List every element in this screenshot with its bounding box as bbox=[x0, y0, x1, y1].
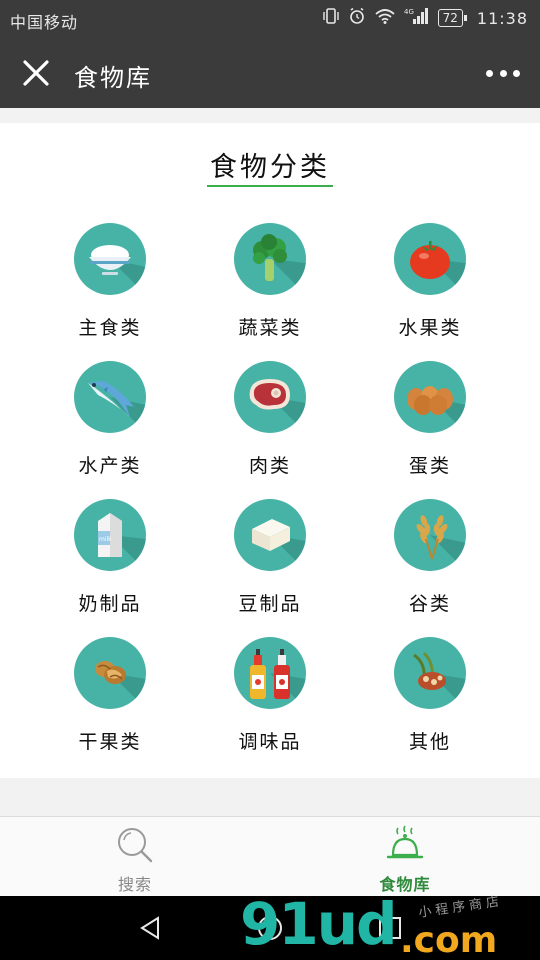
category-dairy[interactable]: milk 奶制品 bbox=[30, 499, 190, 619]
category-seasoning[interactable]: 调味品 bbox=[190, 637, 350, 757]
eggs-icon bbox=[394, 361, 466, 433]
milk-carton-icon: milk bbox=[74, 499, 146, 571]
tab-food-library[interactable]: 食物库 bbox=[270, 817, 540, 897]
more-dot bbox=[499, 69, 507, 77]
network-label: 4G bbox=[404, 8, 414, 16]
watermark-domain: .com bbox=[400, 920, 498, 960]
status-icons: 4G 72 11:38 bbox=[322, 7, 528, 29]
category-fruit[interactable]: 水果类 bbox=[350, 223, 510, 343]
category-label: 豆制品 bbox=[238, 593, 302, 615]
tab-search[interactable]: 搜索 bbox=[0, 817, 270, 897]
carrier-name: 中国移动 bbox=[10, 13, 79, 32]
category-label: 肉类 bbox=[248, 455, 291, 477]
close-icon[interactable] bbox=[20, 57, 52, 89]
section-title: 食物分类 bbox=[210, 152, 330, 183]
category-soy[interactable]: 豆制品 bbox=[190, 499, 350, 619]
category-label: 蛋类 bbox=[408, 455, 451, 477]
category-other[interactable]: 其他 bbox=[350, 637, 510, 757]
sauce-bottles-icon bbox=[234, 637, 306, 709]
category-grain[interactable]: 谷类 bbox=[350, 499, 510, 619]
status-clock: 11:38 bbox=[476, 8, 528, 28]
more-icon[interactable] bbox=[486, 62, 520, 84]
walnut-icon bbox=[74, 637, 146, 709]
more-dot bbox=[513, 69, 520, 77]
back-icon[interactable] bbox=[136, 914, 164, 942]
wifi-icon bbox=[374, 7, 396, 29]
section-title-underline bbox=[207, 185, 333, 187]
category-egg[interactable]: 蛋类 bbox=[350, 361, 510, 481]
tab-label: 搜索 bbox=[117, 875, 152, 894]
category-label: 其他 bbox=[408, 731, 451, 753]
tomato-icon bbox=[394, 223, 466, 295]
category-meat[interactable]: 肉类 bbox=[190, 361, 350, 481]
food-cloche-icon bbox=[385, 825, 425, 865]
steak-icon bbox=[234, 361, 306, 433]
alarm-icon bbox=[348, 7, 366, 29]
rice-bowl-icon bbox=[74, 223, 146, 295]
other-food-icon bbox=[394, 637, 466, 709]
category-seafood[interactable]: 水产类 bbox=[30, 361, 190, 481]
category-label: 水果类 bbox=[398, 317, 462, 339]
category-label: 谷类 bbox=[408, 593, 451, 615]
more-dot bbox=[486, 69, 493, 77]
watermark-logo: 91ud bbox=[240, 890, 398, 958]
battery-icon: 72 bbox=[437, 9, 468, 27]
signal-icon: 4G bbox=[404, 7, 430, 29]
category-staple[interactable]: 主食类 bbox=[30, 223, 190, 343]
title-bar: 食物库 bbox=[0, 38, 540, 108]
broccoli-icon bbox=[234, 223, 306, 295]
search-icon bbox=[115, 825, 155, 865]
category-nuts[interactable]: 干果类 bbox=[30, 637, 190, 757]
tofu-icon bbox=[234, 499, 306, 571]
svg-text:milk: milk bbox=[99, 536, 112, 543]
category-label: 水产类 bbox=[78, 455, 142, 477]
wheat-icon bbox=[394, 499, 466, 571]
category-label: 奶制品 bbox=[78, 593, 142, 615]
fish-icon bbox=[74, 361, 146, 433]
vibrate-icon bbox=[322, 7, 340, 29]
bottom-tab-bar: 搜索 食物库 bbox=[0, 816, 540, 896]
status-bar: 中国移动 4G 72 11:38 bbox=[0, 0, 540, 38]
category-label: 调味品 bbox=[238, 731, 302, 753]
page-title: 食物库 bbox=[74, 64, 152, 92]
category-vegetable[interactable]: 蔬菜类 bbox=[190, 223, 350, 343]
food-category-card: 食物分类 主食类 蔬菜类 水果类 水产类 肉类 蛋类 milk 奶制品 豆制品 … bbox=[0, 123, 540, 778]
category-label: 干果类 bbox=[78, 731, 142, 753]
category-label: 蔬菜类 bbox=[238, 317, 302, 339]
category-label: 主食类 bbox=[78, 317, 142, 339]
